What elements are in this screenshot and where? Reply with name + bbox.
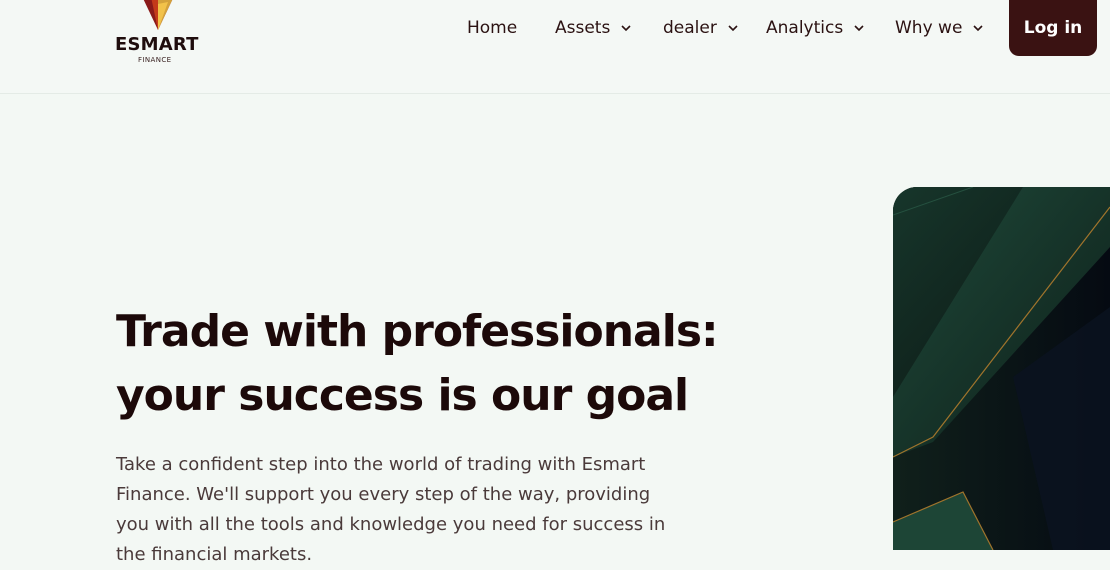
- hero-title: Trade with professionals: your success i…: [116, 300, 756, 428]
- nav-item-label: Analytics: [766, 18, 844, 38]
- hero-image: [893, 187, 1110, 550]
- nav-item-label: Why we: [895, 18, 963, 38]
- diamond-gem-icon: [143, 0, 173, 30]
- site-header: ESMART FINANCE Home Assets dealer Analyt…: [0, 0, 1110, 94]
- nav-item-home[interactable]: Home: [467, 18, 517, 38]
- nav-item-assets[interactable]: Assets: [555, 18, 632, 38]
- nav-item-dealer[interactable]: dealer: [663, 18, 739, 38]
- nav-item-label: Home: [467, 18, 518, 38]
- brand-subtitle: FINANCE: [138, 56, 172, 64]
- hero-title-line-2: your success is our goal: [116, 370, 689, 421]
- chevron-down-icon: [728, 25, 738, 32]
- brand-name: ESMART: [115, 34, 199, 55]
- hero-title-line-1: Trade with professionals:: [116, 306, 719, 357]
- nav-item-analytics[interactable]: Analytics: [766, 18, 865, 38]
- brand-logo[interactable]: ESMART FINANCE: [112, 0, 212, 72]
- abstract-geometric-image: [893, 187, 1110, 550]
- chevron-down-icon: [621, 25, 631, 32]
- chevron-down-icon: [854, 25, 864, 32]
- nav-item-label: Assets: [555, 18, 611, 38]
- hero-description: Take a confident step into the world of …: [116, 454, 666, 565]
- login-button[interactable]: Log in: [1009, 0, 1097, 56]
- nav-item-label: dealer: [663, 18, 717, 38]
- chevron-down-icon: [973, 25, 983, 32]
- nav-item-why-we[interactable]: Why we: [895, 18, 984, 38]
